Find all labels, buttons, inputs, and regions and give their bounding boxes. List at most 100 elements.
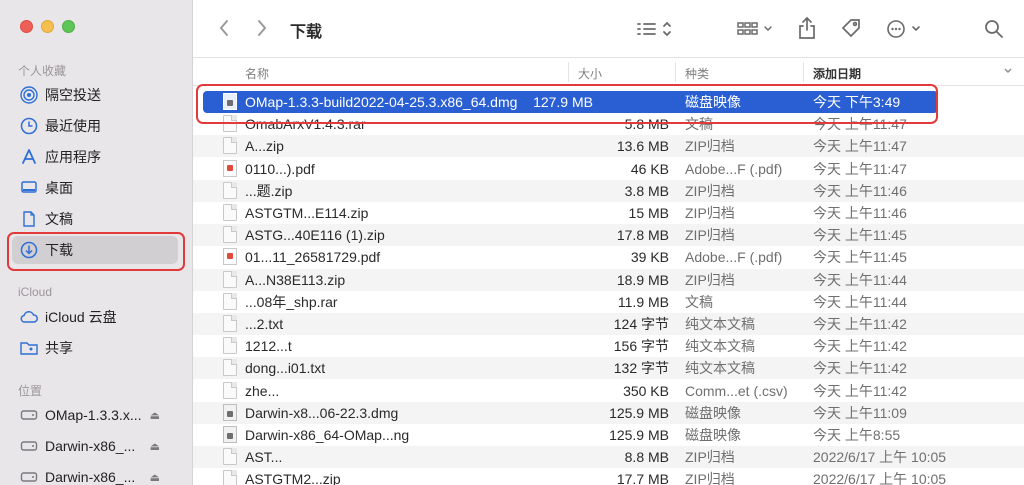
column-header: 名称 大小 种类 添加日期 [193,58,1024,86]
desktop-icon [19,178,39,198]
sidebar: 个人收藏 iCloud 位置 隔空投送 最近使用 应用程序 桌面 文稿 下载 i… [0,0,193,485]
column-date-added[interactable]: 添加日期 [813,65,861,82]
column-divider[interactable] [803,62,804,82]
file-name: AST... [245,449,283,466]
document-icon [223,359,237,377]
more-icon[interactable] [883,16,927,42]
sidebar-item-desktop[interactable]: 桌面 [12,174,178,202]
file-name: OMap-1.3.3-build2022-04-25.3.x86_64.dmg [245,94,518,110]
file-kind: 磁盘映像 [685,404,741,421]
file-size: 17.7 MB [616,471,669,485]
sidebar-item-label: Darwin-x86_... [45,438,136,454]
file-size: 8.8 MB [624,449,669,466]
column-divider[interactable] [675,62,676,82]
file-kind: Adobe...F (.pdf) [685,160,783,177]
file-row[interactable]: ASTGTM...E114.zip 15 MB ZIP归档 今天 上午11:46 [193,202,1024,224]
zoom-button[interactable] [62,20,75,33]
document-icon [19,209,39,229]
document-icon [223,337,237,355]
file-row[interactable]: ASTG...40E116 (1).zip 17.8 MB ZIP归档 今天 上午11… [193,224,1024,247]
file-row[interactable]: Darwin-x86_64-OMap...ng 125.9 MB 磁盘映像 今天 上午… [193,424,1024,446]
tag-icon[interactable] [837,14,865,42]
column-kind[interactable]: 种类 [685,65,709,82]
sidebar-section-icloud: iCloud [18,285,53,299]
file-date-added: 今天 上午11:42 [813,360,907,377]
sidebar-item-recents[interactable]: 最近使用 [12,112,178,140]
file-date-added: 今天 上午11:47 [813,138,907,155]
pdf-file-icon [223,248,237,266]
sidebar-item-label: 隔空投送 [45,87,101,103]
file-row[interactable]: ASTGTM2...zip 17.7 MB ZIP归档 2022/6/17 上午 10… [193,468,1024,485]
file-name: 01...11_26581729.pdf [245,249,381,266]
column-divider[interactable] [568,62,569,82]
column-size[interactable]: 大小 [578,65,602,82]
sidebar-item-applications[interactable]: 应用程序 [12,143,178,171]
sidebar-item-airdrop[interactable]: 隔空投送 [12,81,178,109]
clock-icon [19,116,39,136]
file-kind: 文稿 [685,116,713,133]
file-date-added: 今天 上午11:45 [813,249,907,266]
file-kind: ZIP归档 [685,227,735,244]
sidebar-item-darwin-disk-1[interactable]: Darwin-x86_... ⏏ [12,432,178,460]
eject-icon[interactable]: ⏏ [150,409,160,422]
file-date-added: 今天 上午11:42 [813,316,907,332]
file-row[interactable]: 01...11_26581729.pdf 39 KB Adobe...F (.pdf… [193,246,1024,268]
file-row[interactable]: A...N38E113.zip 18.9 MB ZIP归档 今天 上午11:44 [193,268,1024,291]
sidebar-item-omap-disk[interactable]: OMap-1.3.3.x... ⏏ [12,401,178,429]
file-kind: 纯文本文稿 [685,316,755,332]
file-date-added: 今天 上午11:44 [813,293,907,310]
toolbar: 下载 [193,0,1024,58]
sidebar-section-favorites: 个人收藏 [18,64,67,78]
file-row[interactable]: ...题.zip 3.8 MB ZIP归档 今天 上午11:46 [193,179,1024,202]
file-row[interactable]: ...2.txt 124 字节 纯文本文稿 今天 上午11:42 [193,313,1024,335]
sidebar-item-icloud-drive[interactable]: iCloud 云盘 [12,303,178,331]
sidebar-item-label: iCloud 云盘 [45,309,117,325]
file-row[interactable]: 0110...).pdf 46 KB Adobe...F (.pdf) 今天 上午11… [193,158,1024,180]
file-date-added: 今天 上午11:47 [813,160,907,177]
file-row[interactable]: AST... 8.8 MB ZIP归档 2022/6/17 上午 10:05 [193,446,1024,469]
file-size: 350 KB [623,382,669,399]
document-icon [223,270,237,288]
back-icon[interactable] [213,16,235,40]
file-date-added: 今天 上午11:47 [813,116,907,133]
file-row[interactable]: OmabArxV1.4.3.rar 5.8 MB 文稿 今天 上午11:47 [193,113,1024,135]
applications-icon [19,147,39,167]
group-icon[interactable] [733,16,777,42]
file-name: 0110...).pdf [245,160,315,177]
share-icon[interactable] [793,14,821,42]
file-date-added: 今天 下午3:49 [813,94,901,110]
file-row[interactable]: 1212...t 156 字节 纯文本文稿 今天 上午11:42 [193,335,1024,357]
file-date-added: 今天 上午11:46 [813,182,907,199]
file-name: OmabArxV1.4.3.rar [245,116,366,133]
chevron-down-icon[interactable] [1003,65,1013,79]
eject-icon[interactable]: ⏏ [150,471,160,484]
document-icon [223,470,237,485]
file-row[interactable]: zhe... 350 KB Comm...et (.csv) 今天 上午11:42 [193,380,1024,402]
eject-icon[interactable]: ⏏ [150,440,160,453]
file-row[interactable]: A...zip 13.6 MB ZIP归档 今天 上午11:47 [193,135,1024,158]
sidebar-item-downloads[interactable]: 下载 [7,232,185,271]
file-row[interactable]: dong...i01.txt 132 字节 纯文本文稿 今天 上午11:42 [193,357,1024,380]
file-kind: ZIP归档 [685,271,735,288]
file-name: ...2.txt [245,316,284,332]
close-button[interactable] [20,20,33,33]
window-controls [20,20,75,33]
file-name: Darwin-x86_64-OMap...ng [245,427,410,443]
search-icon[interactable] [981,16,1007,42]
file-row[interactable]: OMap-1.3.3-build2022-04-25.3.x86_64.dmg 1… [203,91,938,113]
document-icon [223,292,237,310]
sidebar-item-darwin-disk-2[interactable]: Darwin-x86_... ⏏ [12,463,178,485]
sidebar-item-shared[interactable]: 共享 [12,334,178,362]
forward-icon[interactable] [251,16,273,40]
list-view-icon[interactable] [633,16,677,42]
file-kind: 纯文本文稿 [685,360,755,377]
file-row[interactable]: ...08年_shp.rar 11.9 MB 文稿 今天 上午11:44 [193,291,1024,313]
sidebar-item-documents[interactable]: 文稿 [12,205,178,233]
file-size: 156 字节 [613,338,669,355]
minimize-button[interactable] [41,20,54,33]
file-row[interactable]: Darwin-x8...06-22.3.dmg 125.9 MB 磁盘映像 今天 上午… [193,401,1024,424]
file-size: 125.9 MB [609,404,669,421]
column-name[interactable]: 名称 [245,65,269,82]
file-kind: Comm...et (.csv) [685,382,788,399]
file-date-added: 今天 上午8:55 [813,427,901,443]
